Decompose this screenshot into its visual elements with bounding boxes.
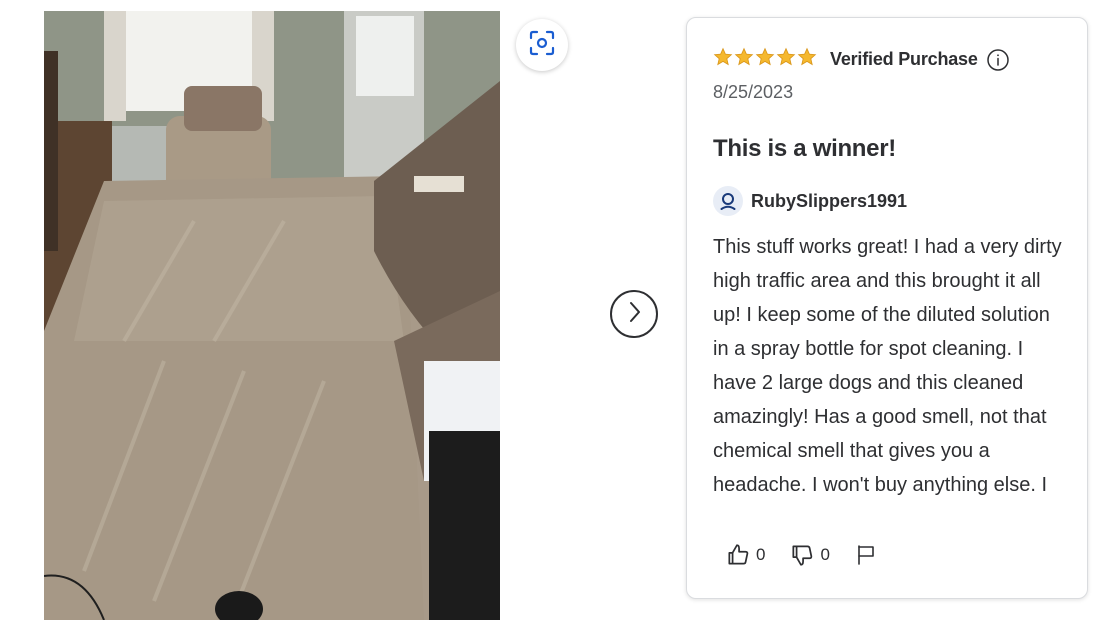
review-date: 8/25/2023 [713, 82, 794, 102]
review-card: Verified Purchase 8/25/2023 This is a wi… [686, 17, 1088, 599]
report-button[interactable] [854, 543, 878, 567]
star-icon [776, 47, 796, 72]
rating-row: Verified Purchase [713, 47, 1010, 72]
review-body: This stuff works great! I had a very dir… [713, 236, 1062, 496]
flag-icon [854, 543, 878, 567]
review-title: This is a winner! [713, 135, 896, 162]
not-helpful-button[interactable]: 0 [789, 542, 830, 568]
star-rating [713, 47, 817, 72]
visual-search-button[interactable] [516, 19, 568, 71]
thumbs-up-icon [725, 542, 751, 568]
not-helpful-count: 0 [820, 545, 830, 564]
star-icon [755, 47, 775, 72]
thumbs-down-icon [789, 542, 815, 568]
next-image-button[interactable] [610, 290, 658, 338]
star-icon [734, 47, 754, 72]
user-icon [718, 191, 738, 211]
review-photo[interactable] [44, 11, 500, 620]
review-actions: 0 0 [725, 542, 878, 568]
star-icon [797, 47, 817, 72]
avatar [713, 186, 743, 216]
helpful-button[interactable]: 0 [725, 542, 765, 568]
author-name: RubySlippers1991 [751, 190, 908, 211]
verified-purchase-label: Verified Purchase [830, 49, 978, 69]
helpful-count: 0 [756, 545, 766, 564]
info-icon[interactable] [986, 48, 1010, 72]
visual-search-icon [528, 29, 556, 62]
star-icon [713, 47, 733, 72]
chevron-right-icon [624, 300, 644, 329]
review-author: RubySlippers1991 [713, 186, 907, 216]
